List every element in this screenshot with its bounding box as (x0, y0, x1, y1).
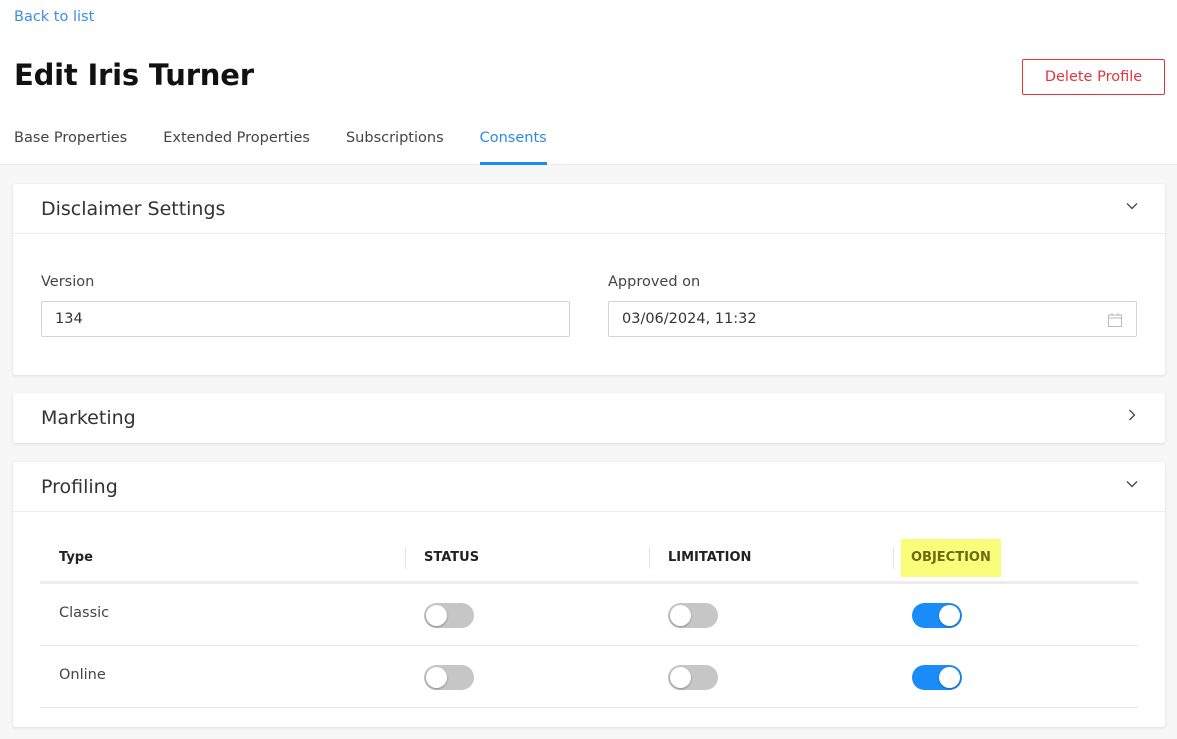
column-header-limitation: LIMITATION (668, 550, 752, 565)
chevron-down-icon[interactable] (1125, 477, 1139, 491)
column-separator (405, 547, 406, 569)
approved-on-label: Approved on (608, 274, 701, 290)
tab-base-properties[interactable]: Base Properties (14, 128, 127, 165)
limitation-toggle[interactable] (668, 665, 718, 690)
tab-extended-properties[interactable]: Extended Properties (163, 128, 310, 165)
status-toggle[interactable] (424, 603, 474, 628)
tab-bar: Base Properties Extended Properties Subs… (14, 128, 583, 165)
version-label: Version (41, 274, 95, 290)
profiling-table-header: Type STATUS LIMITATION OBJECTION (40, 532, 1138, 584)
chevron-right-icon[interactable] (1125, 408, 1139, 422)
page-header: Back to list Edit Iris Turner Delete Pro… (0, 0, 1177, 165)
status-toggle[interactable] (424, 665, 474, 690)
page-title: Edit Iris Turner (14, 58, 254, 92)
version-input[interactable]: 134 (41, 301, 570, 337)
objection-toggle[interactable] (912, 665, 962, 690)
back-to-list-link[interactable]: Back to list (14, 9, 94, 25)
column-separator (649, 547, 650, 569)
profiling-title: Profiling (41, 476, 118, 498)
profiling-header[interactable]: Profiling (13, 462, 1165, 512)
delete-profile-button[interactable]: Delete Profile (1022, 59, 1165, 95)
toggle-knob (939, 667, 960, 688)
toggle-knob (670, 667, 691, 688)
column-separator (893, 547, 894, 569)
tab-consents[interactable]: Consents (479, 128, 547, 165)
chevron-down-icon[interactable] (1125, 199, 1139, 213)
row-type: Online (59, 667, 106, 683)
column-header-type: Type (59, 550, 93, 565)
disclaimer-settings-header[interactable]: Disclaimer Settings (13, 184, 1165, 234)
toggle-knob (426, 605, 447, 626)
marketing-card: Marketing (13, 393, 1165, 443)
marketing-header[interactable]: Marketing (13, 393, 1165, 443)
objection-toggle[interactable] (912, 603, 962, 628)
approved-on-value: 03/06/2024, 11:32 (622, 311, 757, 327)
tab-subscriptions[interactable]: Subscriptions (346, 128, 444, 165)
marketing-title: Marketing (41, 407, 136, 429)
toggle-knob (670, 605, 691, 626)
approved-on-input[interactable]: 03/06/2024, 11:32 (608, 301, 1137, 337)
toggle-knob (426, 667, 447, 688)
limitation-toggle[interactable] (668, 603, 718, 628)
table-row: Classic (40, 584, 1138, 646)
column-header-status: STATUS (424, 550, 480, 565)
table-row: Online (40, 646, 1138, 708)
profiling-card: Profiling Type STATUS LIMITATION OBJECTI… (13, 462, 1165, 727)
column-header-objection: OBJECTION (901, 539, 1001, 577)
toggle-knob (939, 605, 960, 626)
disclaimer-settings-title: Disclaimer Settings (41, 198, 226, 220)
row-type: Classic (59, 605, 110, 621)
calendar-icon[interactable] (1107, 312, 1123, 328)
disclaimer-settings-card: Disclaimer Settings Version 134 Approved… (13, 184, 1165, 375)
